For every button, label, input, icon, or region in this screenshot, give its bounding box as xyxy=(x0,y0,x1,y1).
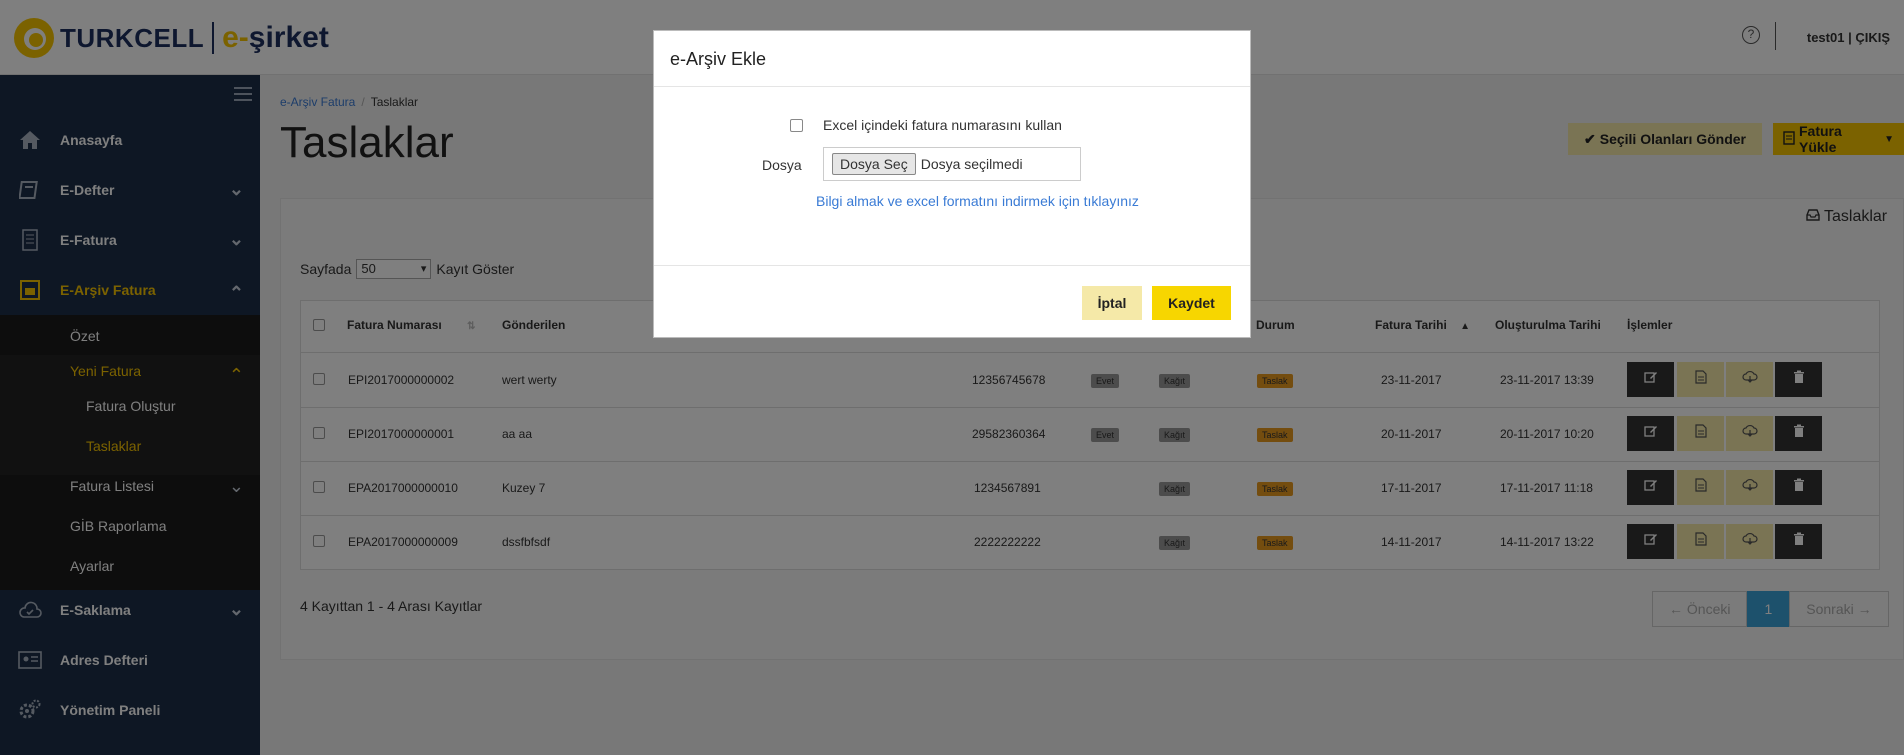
choose-file-button[interactable]: Dosya Seç xyxy=(832,153,916,175)
use-excel-number-checkbox[interactable] xyxy=(790,119,803,132)
e-arsiv-add-dialog: e-Arşiv Ekle Excel içindeki fatura numar… xyxy=(653,30,1251,338)
excel-format-info-link[interactable]: Bilgi almak ve excel formatını indirmek … xyxy=(816,193,1139,209)
cancel-button[interactable]: İptal xyxy=(1082,286,1142,320)
file-status-text: Dosya seçilmedi xyxy=(920,156,1023,172)
dialog-header-divider xyxy=(654,86,1250,87)
use-excel-number-label: Excel içindeki fatura numarasını kullan xyxy=(823,117,1062,133)
dialog-title: e-Arşiv Ekle xyxy=(670,49,767,69)
dialog-footer-divider xyxy=(654,265,1250,266)
save-button[interactable]: Kaydet xyxy=(1152,286,1231,320)
file-field-label: Dosya xyxy=(762,157,802,173)
file-input[interactable]: Dosya Seç Dosya seçilmedi xyxy=(823,147,1081,181)
